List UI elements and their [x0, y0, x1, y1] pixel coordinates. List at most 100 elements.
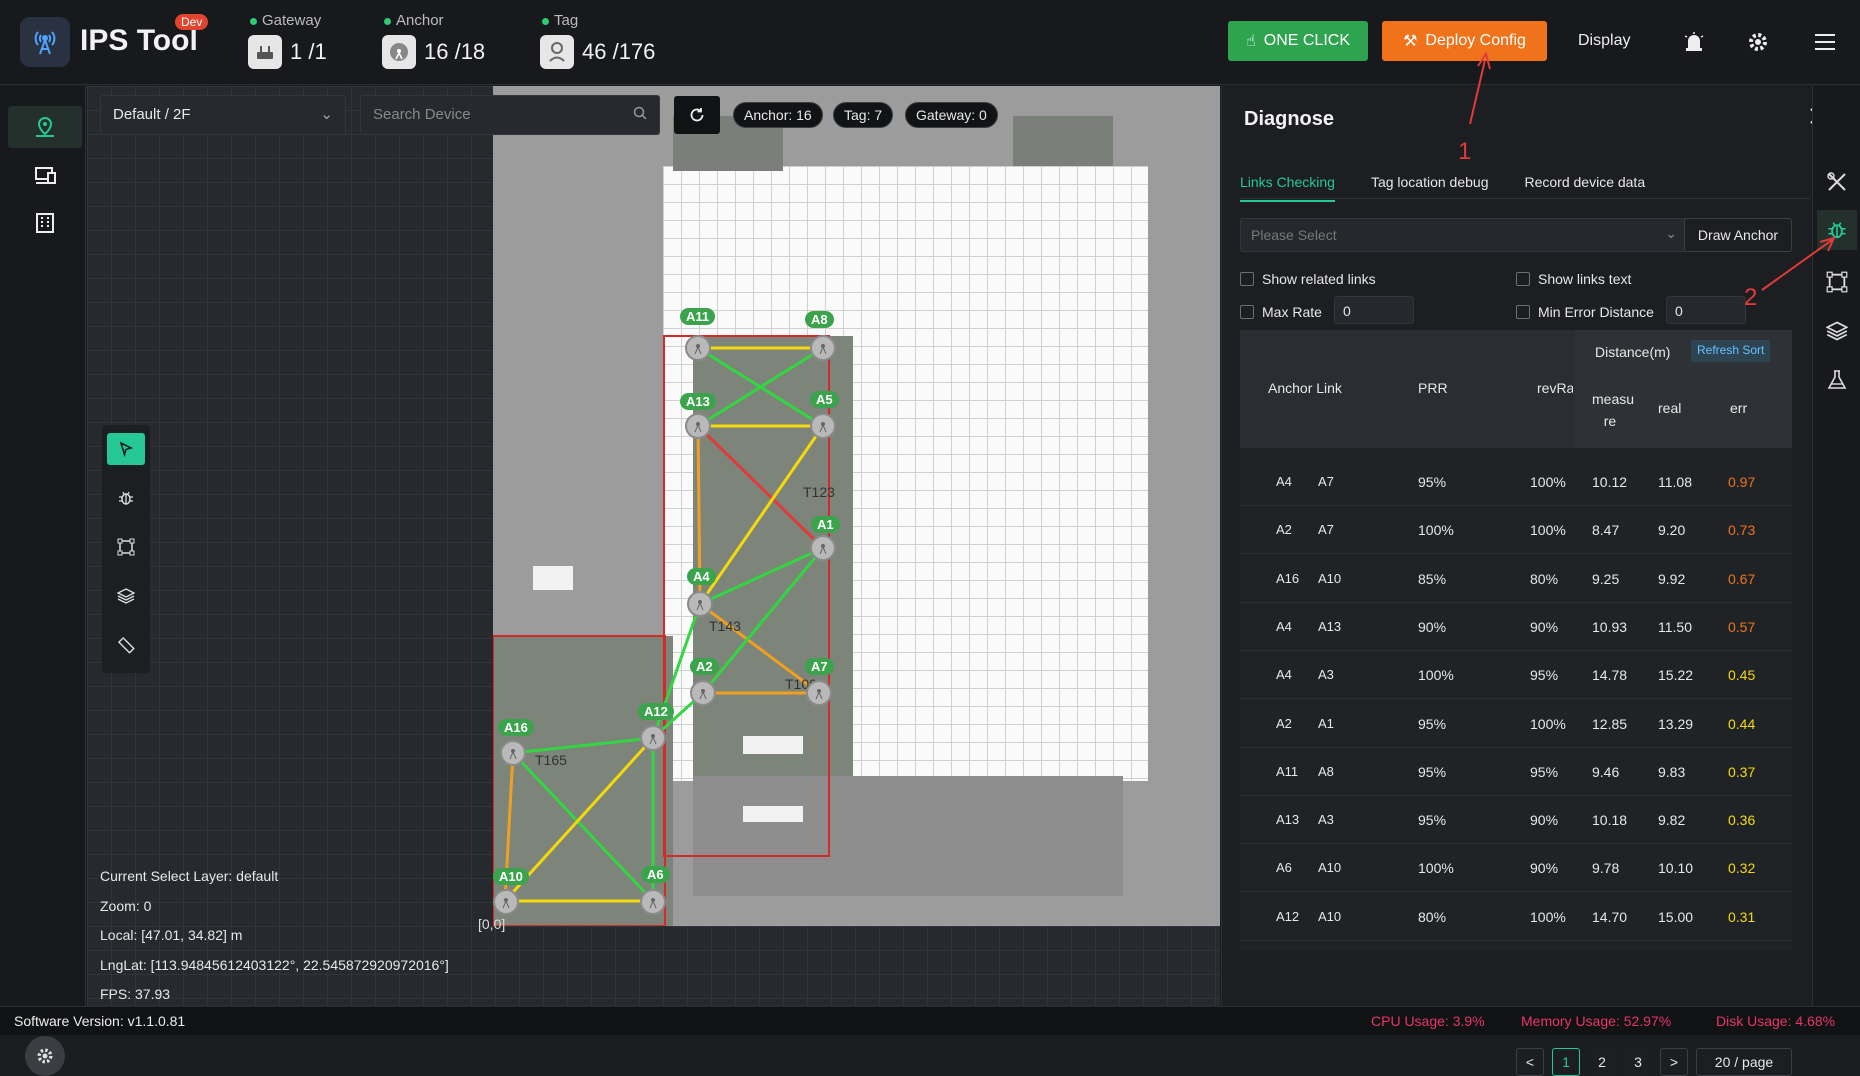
cell-prr: 95%	[1418, 474, 1447, 490]
max-rate-checkbox[interactable]: Max Rate	[1240, 304, 1322, 320]
anchor-marker-a13[interactable]	[685, 413, 711, 439]
search-device-input[interactable]: Search Device	[360, 95, 660, 135]
cell-err: 0.37	[1728, 763, 1756, 780]
cell-err: 0.44	[1728, 715, 1756, 732]
cell-measure: 8.47	[1592, 522, 1620, 539]
nav-map-location[interactable]	[8, 106, 82, 148]
cell-anchor-b: A13	[1318, 618, 1342, 634]
area-select-icon[interactable]	[1823, 268, 1851, 296]
lnglat-text: LngLat: [113.94845612403122°, 22.5458729…	[100, 956, 449, 973]
app-logo	[20, 17, 70, 67]
measure-tool[interactable]	[107, 629, 145, 661]
nav-building[interactable]	[8, 202, 82, 244]
table-row[interactable]: A11 A8 95% 95% 9.46 9.83 0.37	[1240, 748, 1792, 796]
left-navigation	[0, 86, 86, 1076]
cell-anchor-a: A6	[1276, 860, 1292, 876]
cell-anchor-a: A4	[1276, 618, 1292, 634]
min-error-distance-input[interactable]: 0	[1666, 296, 1746, 324]
show-links-text-checkbox[interactable]: Show links text	[1516, 271, 1631, 287]
menu-icon[interactable]	[1811, 28, 1839, 56]
anchor-marker-a16[interactable]	[500, 740, 526, 766]
anchor-select[interactable]: Please Select ⌄	[1240, 218, 1688, 252]
anchor-marker-a5[interactable]	[810, 413, 836, 439]
next-page-button[interactable]: >	[1660, 1048, 1688, 1076]
tag-person-icon	[540, 35, 574, 69]
cell-real: 11.08	[1658, 474, 1692, 490]
cell-measure: 14.70	[1592, 908, 1628, 925]
settings-gear-icon[interactable]	[1744, 28, 1772, 56]
show-links-text-label: Show links text	[1538, 271, 1632, 287]
anchor-marker-a1[interactable]	[810, 535, 836, 561]
diagnose-bug-icon[interactable]	[1817, 210, 1857, 250]
links-table: Anchor Link PRR revRate Distance(m) Refr…	[1240, 330, 1792, 950]
table-row[interactable]: A2 A7 100% 100% 8.47 9.20 0.73	[1240, 506, 1792, 555]
area-tool[interactable]	[107, 531, 145, 563]
one-click-button[interactable]: ☝ ONE CLICK	[1228, 21, 1368, 61]
max-rate-input[interactable]: 0	[1334, 296, 1414, 324]
min-error-distance-checkbox[interactable]: Min Error Distance	[1516, 304, 1654, 320]
cell-measure: 12.85	[1592, 715, 1628, 732]
table-row[interactable]: A12 A10 80% 100% 14.70 15.00 0.31	[1240, 893, 1792, 941]
page-3-button[interactable]: 3	[1624, 1048, 1652, 1076]
current-layer-text: Current Select Layer: default	[100, 868, 279, 884]
floor-select[interactable]: Default / 2F ⌄	[100, 95, 346, 135]
page-2-button[interactable]: 2	[1588, 1048, 1616, 1076]
anchor-marker-a8[interactable]	[810, 335, 836, 361]
display-button[interactable]: Display	[1578, 32, 1630, 50]
table-row[interactable]: A16 A10 85% 80% 9.25 9.92 0.67	[1240, 555, 1792, 603]
anchor-label-a7: A7	[805, 658, 834, 675]
layers-tool[interactable]	[107, 580, 145, 612]
show-related-links-label: Show related links	[1262, 271, 1376, 287]
anchor-marker-a4[interactable]	[687, 591, 713, 617]
anchor-marker-a12[interactable]	[640, 725, 666, 751]
table-row[interactable]: A4 A3 100% 95% 14.78 15.22 0.45	[1240, 651, 1792, 700]
flask-icon[interactable]	[1823, 366, 1851, 394]
table-row[interactable]: A2 A1 95% 100% 12.85 13.29 0.44	[1240, 700, 1792, 748]
col-prr: PRR	[1418, 380, 1448, 396]
layers-icon[interactable]	[1823, 317, 1851, 345]
nav-devices[interactable]	[8, 154, 82, 196]
anchor-label-a1: A1	[811, 516, 840, 533]
anchor-marker-a2[interactable]	[690, 680, 716, 706]
draw-anchor-button[interactable]: Draw Anchor	[1684, 218, 1792, 252]
prev-page-button[interactable]: <	[1516, 1048, 1544, 1076]
table-row[interactable]: A6 A10 100% 90% 9.78 10.10 0.32	[1240, 844, 1792, 893]
anchor-marker-a11[interactable]	[685, 335, 711, 361]
tag-count-pill[interactable]: Tag: 7	[833, 102, 894, 128]
col-distance: Distance(m)	[1595, 344, 1671, 360]
anchor-count-pill[interactable]: Anchor: 16	[733, 102, 823, 128]
anchor-marker-a6[interactable]	[640, 889, 666, 915]
gateway-count-pill[interactable]: Gateway: 0	[905, 102, 998, 128]
checkbox-box[interactable]	[1516, 272, 1530, 286]
table-row[interactable]: A4 A13 90% 90% 10.93 11.50 0.57	[1240, 603, 1792, 651]
anchor-marker-a10[interactable]	[493, 889, 519, 915]
page-size-select[interactable]: 20 / page	[1696, 1048, 1792, 1076]
app-header: IPS Tool Dev Gateway 1 /1 Anchor 16 /18 …	[0, 0, 1860, 85]
debug-tool[interactable]	[107, 482, 145, 514]
deploy-config-button[interactable]: ⚒ Deploy Config	[1382, 21, 1547, 61]
refresh-map-button[interactable]	[674, 96, 720, 134]
table-row[interactable]: A13 A3 95% 90% 10.18 9.82 0.36	[1240, 796, 1792, 845]
refresh-sort-button[interactable]: Refresh Sort	[1691, 340, 1771, 362]
page-1-button[interactable]: 1	[1552, 1048, 1580, 1076]
anchor-label-a16: A16	[498, 719, 534, 736]
tools-icon[interactable]	[1823, 168, 1851, 196]
checkbox-box[interactable]	[1240, 305, 1254, 319]
cell-measure: 10.12	[1592, 474, 1628, 490]
anchor-links-overlay	[493, 335, 830, 926]
alarm-light-icon[interactable]	[1680, 28, 1708, 56]
cell-real: 11.50	[1658, 618, 1692, 635]
select-tool[interactable]	[107, 433, 145, 465]
show-related-links-checkbox[interactable]: Show related links	[1240, 271, 1376, 287]
polygon-area-icon	[117, 538, 135, 556]
checkbox-box[interactable]	[1240, 272, 1254, 286]
cell-anchor-b: A3	[1318, 812, 1334, 828]
cell-anchor-b: A7	[1318, 474, 1334, 489]
anchor-marker-a7[interactable]	[806, 680, 832, 706]
antenna-icon	[649, 734, 657, 745]
tag-value: 46 /176	[582, 39, 656, 64]
col-revrate[interactable]: revRate	[1537, 380, 1573, 396]
checkbox-box[interactable]	[1516, 305, 1530, 319]
settings-round-button[interactable]	[25, 1036, 65, 1076]
table-row[interactable]: A4 A7 95% 100% 10.12 11.08 0.97	[1240, 458, 1792, 506]
